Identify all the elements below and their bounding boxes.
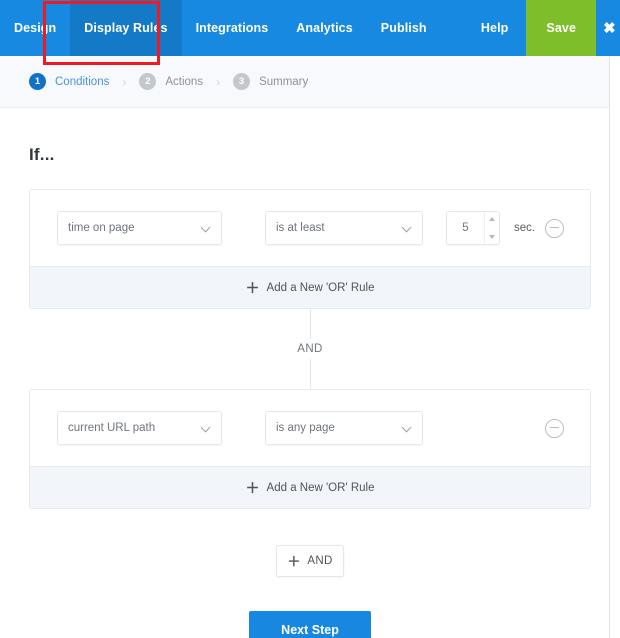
save-button[interactable]: Save — [526, 0, 596, 56]
add-or-rule-2-button[interactable]: ＋ Add a New 'OR' Rule — [30, 466, 590, 508]
stepper-down-icon[interactable] — [485, 228, 499, 244]
rule-card-2: current URL path is any page ＋ Add a New… — [29, 389, 591, 509]
chevron-down-icon — [403, 224, 412, 233]
save-button-label: Save — [546, 21, 576, 35]
add-or-rule-2-label: Add a New 'OR' Rule — [267, 482, 375, 494]
help-button[interactable]: Help — [463, 0, 527, 56]
nav-tab-display-rules-label: Display Rules — [84, 21, 167, 35]
nav-tab-integrations-label: Integrations — [196, 21, 269, 35]
nav-tab-display-rules[interactable]: Display Rules — [70, 0, 181, 56]
operator-select-1[interactable]: is at least — [265, 211, 423, 245]
step-actions-number: 2 — [139, 73, 156, 90]
operator-select-2[interactable]: is any page — [265, 411, 423, 445]
next-step-button[interactable]: Next Step — [249, 611, 371, 638]
nav-tab-design[interactable]: Design — [0, 0, 70, 56]
condition-select-2[interactable]: current URL path — [57, 411, 222, 445]
plus-icon: ＋ — [246, 481, 260, 495]
step-conditions[interactable]: 1 Conditions — [29, 73, 109, 90]
wizard-step-bar: 1 Conditions › 2 Actions › 3 Summary — [0, 56, 620, 108]
plus-icon: ＋ — [287, 555, 300, 568]
conditions-panel: If... time on page is at least — [0, 108, 620, 638]
next-step-wrap: Next Step — [29, 611, 591, 638]
step-conditions-number: 1 — [29, 73, 46, 90]
plus-icon: ＋ — [246, 281, 260, 295]
step-separator-icon-2: › — [216, 75, 220, 89]
seconds-unit-label: sec. — [514, 222, 535, 234]
condition-select-2-value: current URL path — [68, 422, 155, 434]
seconds-input[interactable] — [447, 212, 484, 244]
chevron-down-icon — [403, 424, 412, 433]
chevron-down-icon — [202, 424, 211, 433]
top-navigation-bar: Design Display Rules Integrations Analyt… — [0, 0, 620, 56]
close-icon-glyph: ✖ — [603, 19, 616, 37]
add-and-wrap: ＋ AND — [29, 545, 591, 577]
stepper-buttons — [484, 212, 499, 244]
add-or-rule-1-button[interactable]: ＋ Add a New 'OR' Rule — [30, 266, 590, 308]
nav-tab-publish-label: Publish — [381, 21, 427, 35]
rule-row-1: time on page is at least sec. — [30, 190, 590, 266]
operator-select-1-value: is at least — [276, 222, 325, 234]
add-or-rule-1-label: Add a New 'OR' Rule — [267, 282, 375, 294]
nav-right-group: Help Save ✖ — [463, 0, 620, 56]
step-summary[interactable]: 3 Summary — [233, 73, 308, 90]
nav-left-group: Design Display Rules Integrations Analyt… — [0, 0, 441, 56]
chevron-down-icon — [202, 224, 211, 233]
step-summary-label: Summary — [259, 76, 308, 88]
display-rules-screen: Design Display Rules Integrations Analyt… — [0, 0, 620, 638]
and-connector-label: AND — [288, 339, 331, 359]
nav-tab-design-label: Design — [14, 21, 56, 35]
page-title: If... — [29, 108, 591, 165]
rule-row-2: current URL path is any page — [30, 390, 590, 466]
seconds-stepper[interactable] — [446, 211, 500, 245]
add-and-button-label: AND — [307, 555, 332, 567]
step-conditions-label: Conditions — [55, 76, 109, 88]
operator-select-2-value: is any page — [276, 422, 335, 434]
vertical-scrollbar[interactable] — [609, 56, 620, 638]
step-separator-icon-1: › — [122, 75, 126, 89]
close-icon[interactable]: ✖ — [596, 0, 620, 56]
step-summary-number: 3 — [233, 73, 250, 90]
step-actions[interactable]: 2 Actions — [139, 73, 203, 90]
help-button-label: Help — [481, 21, 509, 35]
add-and-button[interactable]: ＋ AND — [276, 545, 344, 577]
nav-tab-analytics[interactable]: Analytics — [282, 0, 366, 56]
nav-tab-publish[interactable]: Publish — [367, 0, 441, 56]
condition-select-1[interactable]: time on page — [57, 211, 222, 245]
condition-select-1-value: time on page — [68, 222, 135, 234]
stepper-up-icon[interactable] — [485, 212, 499, 228]
remove-rule-1-icon[interactable] — [545, 219, 564, 238]
and-connector: AND — [29, 309, 591, 389]
nav-tab-integrations[interactable]: Integrations — [182, 0, 283, 56]
nav-tab-analytics-label: Analytics — [296, 21, 352, 35]
rule-card-1: time on page is at least sec. — [29, 189, 591, 309]
step-actions-label: Actions — [165, 76, 203, 88]
remove-rule-2-icon[interactable] — [545, 419, 564, 438]
